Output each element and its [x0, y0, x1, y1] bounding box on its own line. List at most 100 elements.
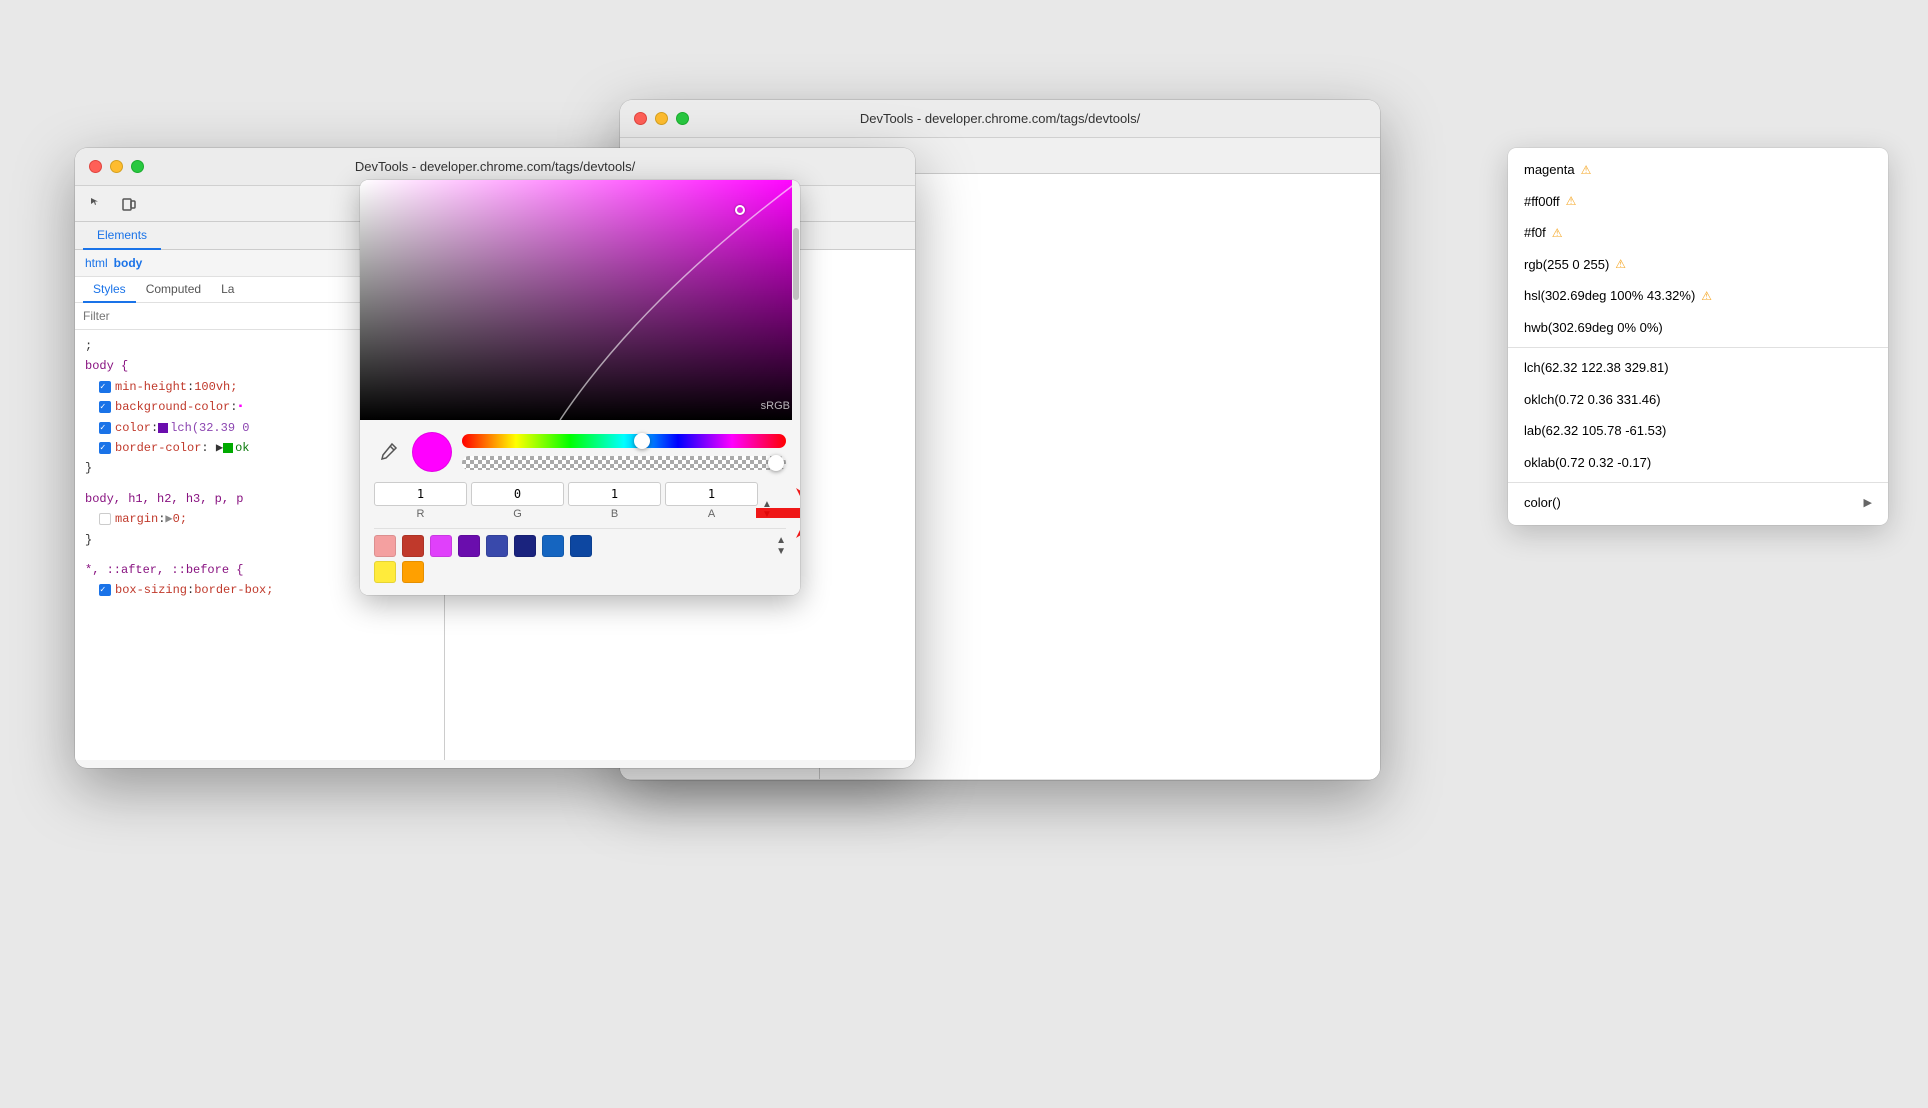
color-swatches-row2 — [374, 557, 786, 583]
gradient-cursor[interactable] — [735, 205, 745, 215]
close-button-front[interactable] — [89, 160, 102, 173]
format-separator-2 — [1508, 482, 1888, 483]
device-mode-icon[interactable] — [115, 190, 143, 218]
swatches-back: ▲▼ — [620, 779, 1380, 780]
val-min-height: 100vh; — [194, 377, 237, 397]
sliders — [462, 434, 786, 470]
format-lch[interactable]: lch(62.32 122.38 329.81) — [1508, 352, 1888, 384]
warning-icon-3: ⚠ — [1615, 255, 1626, 273]
color-format-dropdown[interactable]: magenta ⚠ #ff00ff ⚠ #f0f ⚠ rgb(255 0 255… — [1508, 148, 1888, 525]
alpha-slider[interactable] — [462, 456, 786, 470]
layout-tab[interactable]: La — [211, 277, 244, 303]
blue-input[interactable]: 1 — [568, 482, 661, 506]
val-color: lch(32.39 0 — [170, 418, 249, 438]
color-inputs: 1 R 0 G 1 B 1 A ▲▼ — [374, 482, 786, 520]
color-space-label: sRGB — [761, 400, 790, 412]
window-title-back: DevTools - developer.chrome.com/tags/dev… — [860, 111, 1140, 126]
selector-all: *, ::after, ::before { — [85, 560, 243, 580]
blue-label: B — [611, 508, 618, 520]
format-magenta[interactable]: magenta ⚠ — [1508, 154, 1888, 186]
selector-headings: body, h1, h2, h3, p, p — [85, 489, 243, 509]
format-oklch[interactable]: oklch(0.72 0.36 331.46) — [1508, 384, 1888, 416]
minimize-button-back[interactable] — [655, 112, 668, 125]
format-ff00ff[interactable]: #ff00ff ⚠ — [1508, 186, 1888, 218]
swatch-7[interactable] — [542, 535, 564, 557]
prop-min-height: min-height — [115, 377, 187, 397]
format-hwb[interactable]: hwb(302.69deg 0% 0%) — [1508, 312, 1888, 344]
red-label: R — [417, 508, 425, 520]
format-separator-1 — [1508, 347, 1888, 348]
elements-tab-front[interactable]: Elements — [83, 222, 161, 250]
swatch-2[interactable] — [402, 535, 424, 557]
color-picker-body: 1 R 0 G 1 B 1 A ▲▼ — [360, 420, 800, 595]
alpha-input[interactable]: 1 — [665, 482, 758, 506]
alpha-input-group: 1 A — [665, 482, 758, 520]
blue-input-group: 1 B — [568, 482, 661, 520]
format-oklab[interactable]: oklab(0.72 0.32 -0.17) — [1508, 447, 1888, 479]
close-brace-body: } — [85, 458, 92, 478]
swatch-4[interactable] — [458, 535, 480, 557]
breadcrumb-html[interactable]: html — [85, 256, 108, 270]
color-gradient-canvas[interactable]: sRGB — [360, 180, 800, 420]
swatch-y1[interactable] — [374, 561, 396, 583]
alpha-label: A — [708, 508, 715, 520]
close-button-back[interactable] — [634, 112, 647, 125]
scrollbar-thumb[interactable] — [793, 228, 799, 300]
swatch-1[interactable] — [374, 535, 396, 557]
color-picker: sRGB — [360, 180, 800, 595]
color-controls — [374, 432, 786, 472]
scrollbar-track[interactable] — [792, 180, 800, 420]
val-border-color: ok — [235, 438, 249, 458]
traffic-lights-back — [634, 112, 689, 125]
hue-thumb[interactable] — [634, 433, 650, 449]
swatch-3[interactable] — [430, 535, 452, 557]
swatch-5[interactable] — [486, 535, 508, 557]
prop-border-color: border-color — [115, 438, 201, 458]
format-rgb[interactable]: rgb(255 0 255) ⚠ — [1508, 249, 1888, 281]
prop-color: color — [115, 418, 151, 438]
selector-body: body { — [85, 356, 128, 376]
format-color-fn[interactable]: color() ▶ — [1508, 487, 1888, 519]
green-input[interactable]: 0 — [471, 482, 564, 506]
prop-box-sizing: box-sizing — [115, 580, 187, 600]
red-input[interactable]: 1 — [374, 482, 467, 506]
prop-bg-color: background-color — [115, 397, 230, 417]
swatch-6[interactable] — [514, 535, 536, 557]
swatch-8[interactable] — [570, 535, 592, 557]
format-hsl[interactable]: hsl(302.69deg 100% 43.32%) ⚠ — [1508, 280, 1888, 312]
swatch-y2[interactable] — [402, 561, 424, 583]
format-arrow-icon: ▶ — [1864, 495, 1872, 512]
warning-icon-1: ⚠ — [1566, 192, 1577, 210]
checkbox-box-sizing[interactable] — [99, 584, 111, 596]
computed-tab[interactable]: Computed — [136, 277, 211, 303]
prop-margin: margin — [115, 509, 158, 529]
warning-icon-2: ⚠ — [1552, 224, 1563, 242]
format-lab[interactable]: lab(62.32 105.78 -61.53) — [1508, 415, 1888, 447]
eyedropper-button[interactable] — [374, 438, 402, 466]
checkbox-bg-color[interactable] — [99, 401, 111, 413]
close-brace-headings: } — [85, 530, 92, 550]
val-box-sizing: border-box; — [194, 580, 273, 600]
breadcrumb-body[interactable]: body — [114, 256, 143, 270]
color-swatches: ▲▼ — [374, 528, 786, 557]
hue-slider[interactable] — [462, 434, 786, 448]
minimize-button-front[interactable] — [110, 160, 123, 173]
alpha-thumb[interactable] — [768, 455, 784, 471]
red-input-group: 1 R — [374, 482, 467, 520]
titlebar-back: DevTools - developer.chrome.com/tags/dev… — [620, 100, 1380, 138]
inspect-element-icon[interactable] — [83, 190, 111, 218]
warning-icon-0: ⚠ — [1581, 161, 1592, 179]
green-input-group: 0 G — [471, 482, 564, 520]
green-label: G — [513, 508, 522, 520]
red-arrow-indicator — [756, 483, 800, 543]
format-f0f[interactable]: #f0f ⚠ — [1508, 217, 1888, 249]
checkbox-color[interactable] — [99, 422, 111, 434]
val-margin: 0; — [173, 509, 187, 529]
checkbox-min-height[interactable] — [99, 381, 111, 393]
warning-icon-4: ⚠ — [1701, 287, 1712, 305]
color-preview-circle — [412, 432, 452, 472]
checkbox-border-color[interactable] — [99, 442, 111, 454]
styles-tab[interactable]: Styles — [83, 277, 136, 303]
maximize-button-back[interactable] — [676, 112, 689, 125]
maximize-button-front[interactable] — [131, 160, 144, 173]
